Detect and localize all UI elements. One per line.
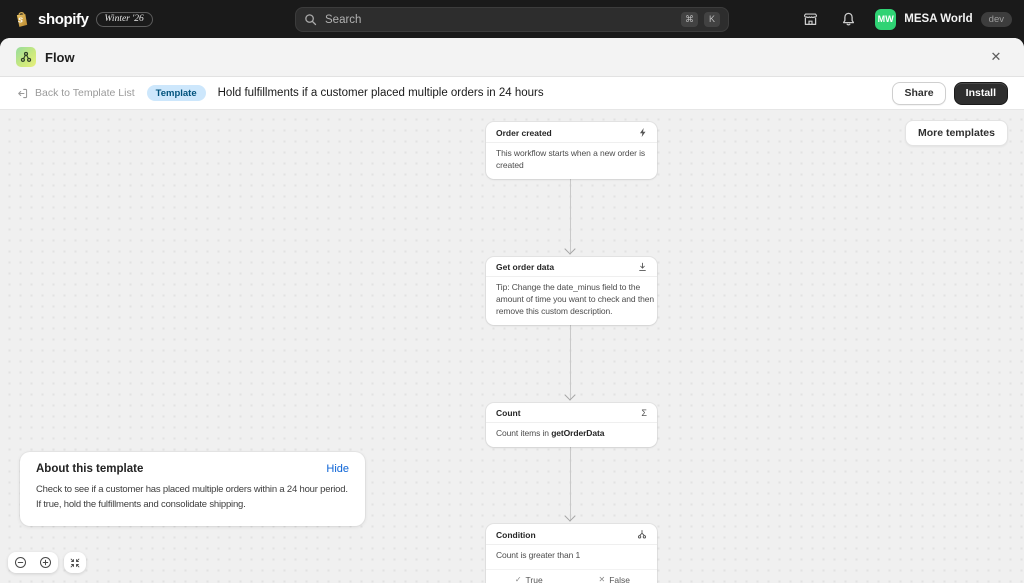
search-icon	[305, 14, 317, 26]
install-button[interactable]: Install	[953, 81, 1008, 105]
shortcut-k-key: K	[704, 12, 720, 27]
description-line: remove this custom description.	[496, 305, 613, 316]
template-badge: Template	[146, 85, 206, 101]
node-title: Get order data	[496, 262, 555, 272]
node-order-created[interactable]: Order created This workflow starts when …	[486, 122, 657, 179]
app-header: Flow ✕	[0, 38, 1024, 77]
back-to-template-list-link[interactable]: Back to Template List	[16, 87, 135, 100]
description-line: created	[496, 159, 524, 170]
node-description: This workflow starts when a new order is…	[486, 143, 657, 179]
node-header: Count Σ	[486, 403, 657, 423]
flow-app-window: Flow ✕ Back to Template List Template Ho…	[0, 38, 1024, 583]
store-avatar: MW	[875, 8, 897, 30]
description-line: amount of time you want to check and the…	[496, 293, 654, 304]
connector-arrow	[570, 170, 571, 254]
node-count[interactable]: Count Σ Count items in getOrderData	[486, 403, 657, 447]
storefront-button[interactable]	[799, 8, 821, 30]
description-line: Count items in getOrderData	[496, 428, 605, 438]
fit-screen-icon	[70, 558, 80, 567]
global-search[interactable]: ⌘ K	[295, 7, 729, 32]
more-templates-button[interactable]: More templates	[904, 120, 1008, 146]
plus-circle-icon	[39, 556, 52, 569]
topbar-right-cluster: MW MESA World dev	[799, 8, 1012, 30]
node-title: Order created	[496, 127, 552, 138]
back-label: Back to Template List	[35, 87, 135, 99]
store-name: MESA World	[904, 13, 973, 25]
svg-text:S: S	[18, 15, 23, 24]
connector-arrow	[570, 444, 571, 521]
download-icon	[638, 262, 647, 272]
app-title: Flow	[45, 49, 75, 65]
shortcut-cmd-key: ⌘	[681, 12, 698, 27]
condition-branches: ✓ True ✕ False	[486, 568, 658, 583]
variable-name: getOrderData	[551, 428, 605, 438]
zoom-pill	[8, 552, 58, 573]
bell-icon	[842, 12, 854, 25]
template-toolbar: Back to Template List Template Hold fulf…	[0, 77, 1024, 110]
back-icon	[18, 88, 28, 98]
node-description: Count is greater than 1	[486, 545, 657, 569]
branch-true[interactable]: ✓ True	[486, 575, 572, 583]
env-badge: dev	[980, 11, 1012, 27]
sigma-icon: Σ	[641, 407, 647, 418]
workflow-canvas[interactable]: More templates Order created This workfl…	[0, 110, 1024, 583]
false-label: False	[609, 574, 630, 583]
description-line: Tip: Change the date_minus field to the	[496, 282, 641, 292]
check-icon: ✓	[514, 575, 522, 583]
node-title: Count	[496, 408, 521, 418]
branch-icon	[637, 529, 647, 540]
zoom-to-fit-button[interactable]	[64, 552, 86, 573]
node-get-order-data[interactable]: Get order data Tip: Change the date_minu…	[486, 257, 657, 325]
shopify-wordmark: shopify	[38, 10, 89, 28]
lightning-icon	[638, 127, 647, 138]
node-description: Tip: Change the date_minus field to the …	[486, 277, 657, 325]
shopify-brand[interactable]: S shopify Winter '26	[12, 10, 153, 29]
about-template-card: About this template Hide Check to see if…	[20, 452, 365, 527]
share-button[interactable]: Share	[892, 81, 946, 105]
about-body: Check to see if a customer has placed mu…	[36, 482, 349, 512]
about-title: About this template	[36, 463, 144, 475]
branch-false[interactable]: ✕ False	[572, 575, 658, 583]
shopify-logo-icon: S	[16, 11, 28, 27]
hide-link[interactable]: Hide	[326, 463, 349, 475]
x-icon: ✕	[598, 575, 606, 583]
node-header: Get order data	[486, 257, 657, 277]
about-card-header: About this template Hide	[36, 463, 349, 475]
description-line: Count is greater than 1	[496, 550, 581, 560]
node-condition[interactable]: Condition Count is greater than 1 ✓ True…	[486, 524, 657, 583]
about-line: If true, hold the fulfillments and conso…	[36, 499, 246, 511]
about-line: Check to see if a customer has placed mu…	[36, 484, 348, 495]
node-description: Count items in getOrderData	[486, 423, 657, 447]
close-icon[interactable]: ✕	[984, 45, 1008, 69]
storefront-icon	[803, 12, 817, 25]
description-line: This workflow starts when a new order is	[496, 148, 646, 158]
zoom-in-button[interactable]	[33, 552, 58, 573]
canvas-zoom-controls	[8, 552, 86, 573]
true-label: True	[525, 574, 543, 583]
connector-arrow	[570, 322, 571, 400]
edition-badge[interactable]: Winter '26	[95, 11, 153, 27]
template-title: Hold fulfillments if a customer placed m…	[217, 87, 544, 99]
toolbar-actions: Share Install	[892, 81, 1008, 105]
admin-topbar: S shopify Winter '26 ⌘ K	[0, 0, 1024, 38]
zoom-out-button[interactable]	[8, 552, 33, 573]
node-header: Order created	[486, 122, 657, 143]
node-title: Condition	[496, 529, 536, 540]
flow-app-icon	[16, 47, 36, 67]
search-input[interactable]	[323, 12, 675, 27]
account-menu[interactable]: MW MESA World dev	[875, 8, 1012, 30]
page: S shopify Winter '26 ⌘ K	[0, 0, 1024, 583]
notifications-button[interactable]	[837, 8, 859, 30]
minus-circle-icon	[14, 556, 27, 569]
node-header: Condition	[486, 524, 657, 545]
